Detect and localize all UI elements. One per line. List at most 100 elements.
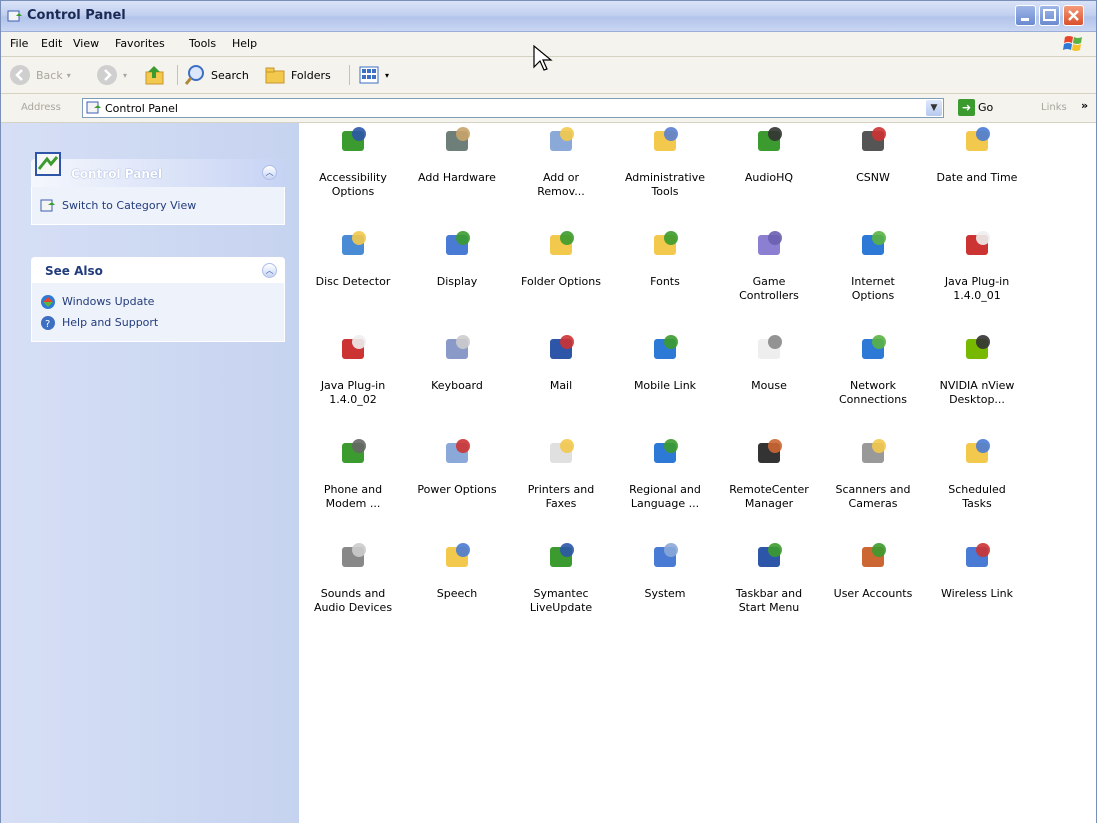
- control-panel-item[interactable]: Java Plug-in 1.4.0_01: [925, 227, 1029, 331]
- switch-to-category-view-link[interactable]: Switch to Category View: [40, 195, 284, 216]
- control-panel-item[interactable]: Wireless Link: [925, 539, 1029, 643]
- back-button[interactable]: Back ▾: [8, 63, 71, 87]
- disc-detector-icon: [342, 231, 366, 255]
- minimize-button[interactable]: [1015, 5, 1036, 26]
- window-title: Control Panel: [27, 8, 126, 23]
- control-panel-item[interactable]: Mobile Link: [613, 331, 717, 435]
- back-dropdown-icon[interactable]: ▾: [67, 71, 71, 80]
- regional-icon: [654, 439, 678, 463]
- maximize-button[interactable]: [1039, 5, 1060, 26]
- forward-dropdown-icon[interactable]: ▾: [123, 71, 127, 80]
- control-panel-item[interactable]: User Accounts: [821, 539, 925, 643]
- windows-update-link[interactable]: Windows Update: [40, 291, 284, 312]
- accessibility-icon: [342, 127, 366, 151]
- control-panel-item[interactable]: Keyboard: [405, 331, 509, 435]
- control-panel-item-label: Speech: [436, 587, 478, 600]
- control-panel-item-label: Sounds and Audio Devices: [313, 587, 393, 614]
- control-panel-item-label: Network Connections: [839, 379, 907, 406]
- control-panel-item[interactable]: Speech: [405, 539, 509, 643]
- control-panel-item[interactable]: Taskbar and Start Menu: [717, 539, 821, 643]
- views-button[interactable]: ▾: [357, 63, 389, 87]
- control-panel-item[interactable]: Regional and Language ...: [613, 435, 717, 539]
- close-button[interactable]: [1063, 5, 1084, 26]
- collapse-up-icon[interactable]: ︿: [262, 165, 277, 180]
- menu-edit[interactable]: Edit: [41, 37, 62, 50]
- control-panel-item[interactable]: NVIDIA nView Desktop...: [925, 331, 1029, 435]
- minimize-icon: [1021, 18, 1029, 21]
- forward-button[interactable]: ▾: [95, 63, 127, 87]
- control-panel-item-label: Keyboard: [431, 379, 483, 392]
- network-connections-icon: [862, 335, 886, 359]
- control-panel-item[interactable]: Sounds and Audio Devices: [301, 539, 405, 643]
- control-panel-item-label: Wireless Link: [940, 587, 1014, 600]
- control-panel-item-label: Phone and Modem ...: [323, 483, 383, 510]
- control-panel-item[interactable]: Game Controllers: [717, 227, 821, 331]
- maximize-icon: [1043, 9, 1056, 21]
- control-panel-item-label: Scheduled Tasks: [948, 483, 1006, 510]
- title-bar[interactable]: Control Panel: [1, 1, 1096, 32]
- see-also-header[interactable]: See Also ︿: [31, 257, 285, 283]
- close-icon: [1068, 10, 1079, 21]
- search-button[interactable]: Search: [183, 63, 249, 87]
- control-panel-item[interactable]: Administrative Tools: [613, 123, 717, 227]
- control-panel-item[interactable]: Scheduled Tasks: [925, 435, 1029, 539]
- csnw-icon: [862, 127, 886, 151]
- control-panel-item[interactable]: Java Plug-in 1.4.0_02: [301, 331, 405, 435]
- control-panel-item-label: Internet Options: [851, 275, 895, 302]
- control-panel-icon: [40, 199, 55, 211]
- control-panel-item[interactable]: Mouse: [717, 331, 821, 435]
- control-panel-item[interactable]: AudioHQ: [717, 123, 821, 227]
- printers-icon: [550, 439, 574, 463]
- help-and-support-link[interactable]: ? Help and Support: [40, 312, 284, 333]
- control-panel-item[interactable]: Add or Remov...: [509, 123, 613, 227]
- control-panel-item[interactable]: Disc Detector: [301, 227, 405, 331]
- control-panel-item[interactable]: Internet Options: [821, 227, 925, 331]
- administrative-tools-icon: [654, 127, 678, 151]
- control-panel-item-label: CSNW: [856, 171, 890, 184]
- views-icon: [359, 66, 379, 84]
- control-panel-item-label: Date and Time: [936, 171, 1018, 184]
- control-panel-item[interactable]: Printers and Faxes: [509, 435, 613, 539]
- control-panel-item[interactable]: RemoteCenter Manager: [717, 435, 821, 539]
- menu-help[interactable]: Help: [232, 37, 257, 50]
- control-panel-item[interactable]: Folder Options: [509, 227, 613, 331]
- control-panel-item[interactable]: Date and Time: [925, 123, 1029, 227]
- menu-view[interactable]: View: [73, 37, 99, 50]
- control-panel-item[interactable]: System: [613, 539, 717, 643]
- links-label[interactable]: Links: [1041, 102, 1067, 113]
- control-panel-item-label: Scanners and Cameras: [835, 483, 911, 510]
- address-input[interactable]: Control Panel ▼: [82, 98, 944, 118]
- collapse-up-icon[interactable]: ︿: [262, 263, 277, 278]
- control-panel-item[interactable]: Symantec LiveUpdate: [509, 539, 613, 643]
- control-panel-item[interactable]: CSNW: [821, 123, 925, 227]
- control-panel-item-label: Add or Remov...: [537, 171, 585, 198]
- go-button[interactable]: ➜ Go: [958, 99, 993, 116]
- address-bar: Address Control Panel ▼ ➜ Go Links »: [1, 94, 1096, 123]
- menu-favorites[interactable]: Favorites: [115, 37, 165, 50]
- speech-icon: [446, 543, 470, 567]
- control-panel-item[interactable]: Mail: [509, 331, 613, 435]
- folders-button[interactable]: Folders: [263, 63, 331, 87]
- back-arrow-icon: [10, 65, 30, 85]
- folders-label: Folders: [291, 68, 331, 82]
- control-panel-item[interactable]: Accessibility Options: [301, 123, 405, 227]
- control-panel-item[interactable]: Fonts: [613, 227, 717, 331]
- windows-update-label: Windows Update: [62, 295, 155, 308]
- control-panel-item[interactable]: Display: [405, 227, 509, 331]
- views-dropdown-icon[interactable]: ▾: [385, 71, 389, 80]
- control-panel-item-label: NVIDIA nView Desktop...: [939, 379, 1015, 406]
- control-panel-item[interactable]: Power Options: [405, 435, 509, 539]
- control-panel-item[interactable]: Network Connections: [821, 331, 925, 435]
- links-chevron-icon[interactable]: »: [1081, 99, 1088, 112]
- remotecenter-icon: [758, 439, 782, 463]
- menu-tools[interactable]: Tools: [189, 37, 216, 50]
- up-folder-button[interactable]: [143, 63, 167, 87]
- control-panel-item[interactable]: Phone and Modem ...: [301, 435, 405, 539]
- control-panel-item[interactable]: Scanners and Cameras: [821, 435, 925, 539]
- menu-file[interactable]: File: [10, 37, 28, 50]
- control-panel-box-header[interactable]: Control Panel ︿: [31, 152, 285, 187]
- address-dropdown-icon[interactable]: ▼: [926, 100, 942, 116]
- search-icon: [184, 65, 204, 85]
- help-and-support-label: Help and Support: [62, 316, 159, 329]
- control-panel-item[interactable]: Add Hardware: [405, 123, 509, 227]
